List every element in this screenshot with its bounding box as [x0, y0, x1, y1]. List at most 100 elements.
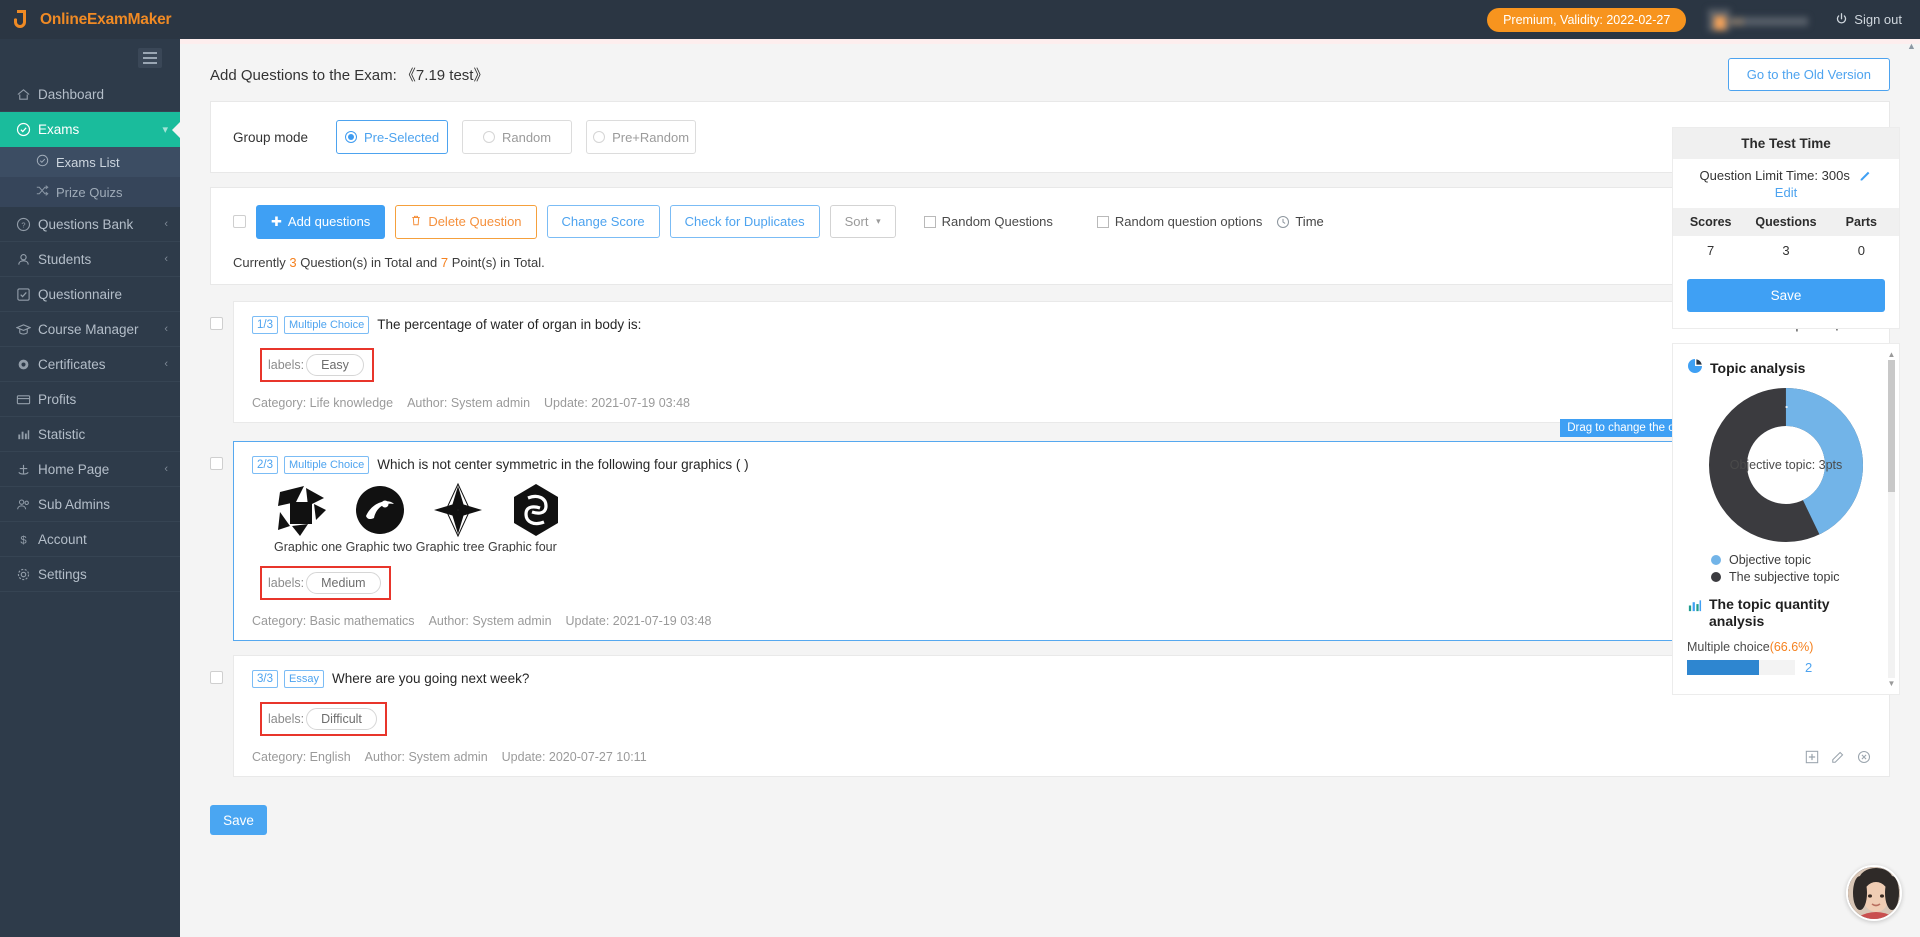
question-category: Category: Life knowledge: [252, 396, 394, 410]
labels-highlight-box: labels: Easy: [260, 348, 374, 382]
sidebar-item-students[interactable]: Students ‹: [0, 242, 180, 277]
question-type-badge: Multiple Choice: [284, 316, 370, 334]
top-bar: OnlineExamMaker Premium, Validity: 2022-…: [0, 0, 1920, 39]
add-questions-button[interactable]: ✚ Add questions: [256, 204, 386, 239]
labels-prefix: labels:: [268, 358, 305, 372]
sidebar-item-exams[interactable]: Exams ▾: [0, 112, 180, 147]
plus-icon: ✚: [271, 213, 282, 229]
sidebar-item-certificates[interactable]: Certificates ‹: [0, 347, 180, 382]
sidebar-toggle-wrap: [0, 39, 180, 77]
dollar-icon: $: [16, 532, 38, 547]
sidebar-item-prize-quizs[interactable]: Prize Quizs: [0, 177, 180, 207]
question-select-checkbox[interactable]: [210, 317, 223, 330]
right-panel-save-button[interactable]: Save: [1687, 279, 1885, 312]
sidebar-item-label: Questions Bank: [38, 216, 134, 232]
sidebar-item-label: Profits: [38, 391, 77, 407]
legend-item-objective: Objective topic: [1711, 553, 1885, 567]
edit-icon[interactable]: [1831, 750, 1845, 764]
legend-item-subjective: The subjective topic: [1711, 570, 1885, 584]
scrollbar-thumb[interactable]: [1888, 360, 1895, 492]
random-question-options-checkbox[interactable]: Random question options: [1096, 214, 1263, 229]
sign-out-button[interactable]: Sign out: [1835, 12, 1902, 27]
question-card[interactable]: Drag to change the order in which the qu…: [233, 419, 1890, 641]
random-questions-checkbox[interactable]: Random Questions: [923, 214, 1053, 229]
question-category: Category: English: [252, 750, 351, 764]
topic-quantity-title-row: The topic quantity analysis: [1687, 596, 1885, 630]
group-mode-option-pre-random[interactable]: Pre+Random: [586, 120, 697, 154]
users-icon: [16, 497, 38, 512]
premium-badge[interactable]: Premium, Validity: 2022-02-27: [1487, 7, 1687, 32]
app-root: OnlineExamMaker Premium, Validity: 2022-…: [0, 0, 1920, 937]
question-summary: Currently 3 Question(s) in Total and 7 P…: [233, 255, 545, 270]
remove-icon[interactable]: [1857, 750, 1871, 764]
card-icon: [16, 392, 38, 407]
select-all-checkbox[interactable]: [233, 215, 246, 228]
user-account-blurred[interactable]: [1708, 8, 1813, 31]
sidebar: Dashboard Exams ▾ Exams List Prize Quizs…: [0, 39, 180, 937]
sidebar-item-exams-list[interactable]: Exams List: [0, 147, 180, 177]
delete-question-button[interactable]: Delete Question: [395, 204, 537, 239]
topic-analysis-title: Topic analysis: [1710, 359, 1806, 376]
edit-limit-link[interactable]: Edit: [1673, 185, 1899, 208]
labels-prefix: labels:: [268, 712, 305, 726]
col-header-scores: Scores: [1689, 215, 1732, 229]
bottom-save-button[interactable]: Save: [210, 805, 267, 835]
radio-icon: [482, 131, 495, 143]
check-for-duplicates-button[interactable]: Check for Duplicates: [669, 205, 820, 238]
sidebar-item-account[interactable]: $ Account: [0, 522, 180, 557]
sidebar-item-course-manager[interactable]: Course Manager ‹: [0, 312, 180, 347]
difficulty-label-pill[interactable]: Difficult: [306, 708, 377, 730]
difficulty-label-pill[interactable]: Medium: [306, 572, 381, 594]
question-text: Where are you going next week?: [331, 671, 530, 686]
value-parts: 0: [1857, 243, 1865, 258]
sort-dropdown[interactable]: Sort ▾: [829, 205, 896, 238]
add-icon[interactable]: [1805, 750, 1819, 764]
option-label: Pre-Selected: [363, 129, 440, 145]
checkbox-label: Random question options: [1114, 214, 1263, 229]
topic-panel-scrollbar[interactable]: ▲ ▼: [1887, 350, 1896, 688]
clock-icon: [1276, 215, 1290, 229]
sidebar-item-questionnaire[interactable]: Questionnaire: [0, 277, 180, 312]
brand[interactable]: OnlineExamMaker: [0, 8, 180, 32]
question-row: Drag to change the order in which the qu…: [210, 419, 1890, 641]
sidebar-item-settings[interactable]: Settings: [0, 557, 180, 592]
time-setting-button[interactable]: Time: [1276, 214, 1324, 229]
sidebar-item-sub-admins[interactable]: Sub Admins: [0, 487, 180, 522]
page-header: Add Questions to the Exam: 《7.19 test》 G…: [180, 44, 1920, 101]
group-mode-option-random[interactable]: Random: [462, 120, 573, 154]
exam-stats-header: Scores Questions Parts: [1673, 208, 1899, 236]
go-to-old-version-button[interactable]: Go to the Old Version: [1727, 58, 1890, 91]
right-panel: The Test Time Question Limit Time: 300s …: [1672, 127, 1900, 695]
question-card[interactable]: 1/3 Multiple Choice The percentage of wa…: [233, 301, 1890, 423]
question-labels-row: labels: Difficult: [260, 702, 387, 736]
home-icon: [16, 87, 38, 102]
bar-chart-icon: [16, 427, 38, 442]
checkbox-label: Random Questions: [941, 214, 1053, 229]
question-select-checkbox[interactable]: [210, 457, 223, 470]
sidebar-item-dashboard[interactable]: Dashboard: [0, 77, 180, 112]
button-label: Sort: [844, 214, 869, 229]
question-select-checkbox[interactable]: [210, 671, 223, 684]
question-card[interactable]: 3/3 Essay Where are you going next week?…: [233, 655, 1890, 777]
question-category: Category: Basic mathematics: [252, 614, 415, 628]
sidebar-item-home-page[interactable]: Home Page ‹: [0, 452, 180, 487]
pencil-icon[interactable]: [1859, 169, 1872, 182]
scroll-down-arrow-icon[interactable]: ▼: [1887, 679, 1896, 688]
button-label: Add questions: [287, 214, 371, 229]
support-chat-avatar[interactable]: [1846, 865, 1902, 921]
summary-row: Currently 3 Question(s) in Total and 7 P…: [233, 255, 1867, 270]
page-scroll-up-icon[interactable]: ▲: [1907, 41, 1917, 51]
hamburger-menu-icon[interactable]: [138, 48, 162, 68]
sidebar-item-label: Home Page: [38, 461, 110, 477]
question-toolbar: ✚ Add questions Delete Question Change S…: [233, 204, 1867, 239]
sidebar-item-profits[interactable]: Profits: [0, 382, 180, 417]
sidebar-item-statistic[interactable]: Statistic: [0, 417, 180, 452]
difficulty-label-pill[interactable]: Easy: [306, 354, 364, 376]
sidebar-item-questions-bank[interactable]: ? Questions Bank ‹: [0, 207, 180, 242]
change-score-button[interactable]: Change Score: [546, 205, 660, 238]
group-mode-option-pre-selected[interactable]: Pre-Selected: [336, 120, 449, 154]
question-limit-time-row: Question Limit Time: 300s: [1673, 159, 1899, 185]
check-circle-icon: [16, 122, 38, 137]
scroll-up-arrow-icon[interactable]: ▲: [1887, 350, 1896, 359]
labels-highlight-box: labels: Medium: [260, 566, 391, 600]
